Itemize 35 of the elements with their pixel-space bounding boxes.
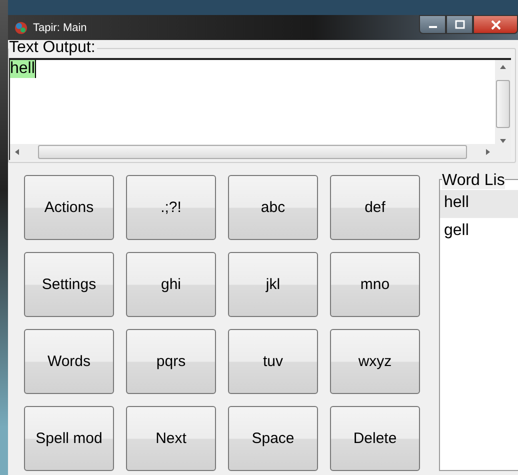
word-item[interactable]: gell	[440, 218, 518, 246]
keypad-button[interactable]: Spell mod	[24, 406, 114, 471]
scroll-right-icon[interactable]	[486, 149, 490, 155]
word-item[interactable]: hell	[440, 190, 518, 218]
maximize-button[interactable]	[446, 15, 473, 34]
maximize-icon	[454, 20, 464, 29]
keypad-button[interactable]: def	[330, 175, 420, 240]
keypad-button[interactable]: Delete	[330, 406, 420, 471]
scroll-down-icon[interactable]	[500, 139, 506, 143]
scroll-up-icon[interactable]	[500, 65, 506, 69]
group-label: Text Output:	[9, 40, 98, 56]
app-icon	[14, 20, 28, 34]
keypad-button[interactable]: Settings	[24, 252, 114, 317]
keypad-button[interactable]: abc	[228, 175, 318, 240]
close-button[interactable]	[473, 15, 518, 34]
keypad-button[interactable]: Actions	[24, 175, 114, 240]
keypad-button[interactable]: pqrs	[126, 329, 216, 394]
horizontal-scrollbar[interactable]	[10, 144, 495, 160]
minimize-button[interactable]	[419, 15, 446, 34]
keypad-button[interactable]: jkl	[228, 252, 318, 317]
output-text: hell	[10, 60, 35, 78]
word-list-label: Word Lis	[442, 173, 505, 189]
close-icon	[490, 20, 502, 30]
scroll-left-icon[interactable]	[15, 149, 19, 155]
keypad-button[interactable]: tuv	[228, 329, 318, 394]
keypad-button[interactable]: mno	[330, 252, 420, 317]
window-title: Tapir: Main	[33, 22, 87, 34]
vertical-scrollbar[interactable]	[495, 60, 511, 160]
keypad-button[interactable]: Words	[24, 329, 114, 394]
keypad-button[interactable]: ghi	[126, 252, 216, 317]
text-output-field[interactable]: hell	[9, 58, 511, 160]
keypad-button[interactable]: Next	[126, 406, 216, 471]
keypad-button[interactable]: .;?!	[126, 175, 216, 240]
keypad-button[interactable]: wxyz	[330, 329, 420, 394]
keypad-button[interactable]: Space	[228, 406, 318, 471]
